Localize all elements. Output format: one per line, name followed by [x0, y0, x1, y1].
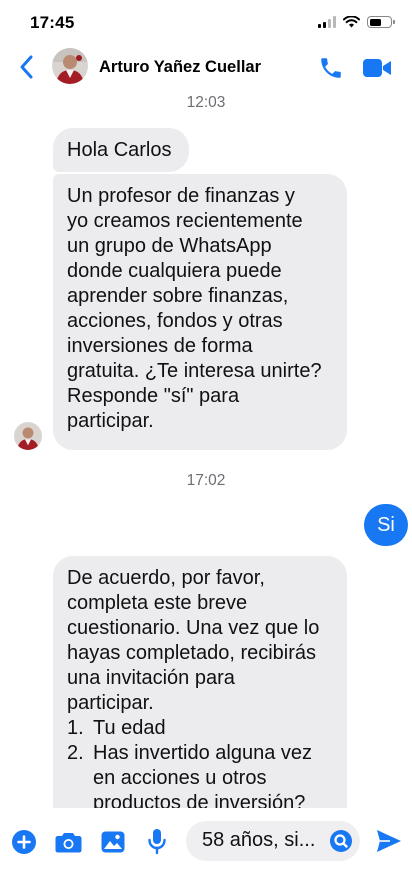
message-bubble-greeting[interactable]: Hola Carlos: [53, 128, 189, 172]
message-line: completa este breve: [67, 592, 248, 614]
wifi-icon: [343, 16, 360, 28]
list-text: productos de inversión?: [93, 792, 306, 808]
message-line: aprender sobre finanzas,: [67, 285, 289, 307]
message-line: inversiones de forma: [67, 335, 253, 357]
message-line: acciones, fondos y otras: [67, 310, 283, 332]
contact-name[interactable]: Arturo Yañez Cuellar: [99, 58, 261, 77]
message-text: Hola Carlos: [67, 139, 172, 161]
message-line: participar.: [67, 410, 154, 432]
chat-header: Arturo Yañez Cuellar: [0, 46, 412, 90]
conversation[interactable]: 12:03 Hola Carlos Un profesor de finanza…: [0, 90, 412, 808]
message-input-text: 58 años, si...: [202, 829, 316, 851]
message-bubble-outgoing[interactable]: Si: [364, 504, 408, 546]
message-line: yo creamos recientemente: [67, 210, 303, 232]
message-line: participar.: [67, 692, 154, 714]
microphone-icon[interactable]: [147, 828, 167, 856]
message-input[interactable]: 58 años, si...: [186, 821, 360, 861]
message-bubble-survey[interactable]: De acuerdo, por favor, completa este bre…: [53, 556, 347, 808]
message-text: Si: [377, 513, 395, 536]
sender-avatar[interactable]: [14, 422, 42, 450]
message-line: De acuerdo, por favor,: [67, 567, 265, 589]
status-time: 17:45: [30, 13, 75, 32]
list-text: Has invertido alguna vez: [93, 742, 313, 764]
time-separator: 12:03: [186, 94, 226, 111]
gallery-icon[interactable]: [101, 831, 125, 853]
message-line: Un profesor de finanzas y: [67, 185, 295, 207]
message-bubble-invite[interactable]: Un profesor de finanzas y yo creamos rec…: [53, 174, 347, 450]
camera-icon[interactable]: [55, 831, 82, 853]
phone-icon[interactable]: [318, 55, 344, 81]
chevron-left-icon[interactable]: [16, 54, 38, 80]
message-line: una invitación para: [67, 667, 235, 689]
list-number: 1.: [67, 717, 84, 739]
message-line: hayas completado, recibirás: [67, 642, 317, 664]
video-camera-icon[interactable]: [362, 56, 392, 80]
message-line: donde cualquiera puede: [67, 260, 282, 282]
message-line: un grupo de WhatsApp: [67, 235, 272, 257]
message-line: gratuita. ¿Te interesa unirte?: [67, 360, 322, 382]
list-number: 2.: [67, 742, 84, 764]
emoji-icon[interactable]: [330, 830, 352, 852]
cellular-signal-icon: [318, 16, 336, 28]
list-text: Tu edad: [93, 717, 166, 739]
list-text: en acciones u otros: [93, 767, 267, 789]
survey-item-continued: productos de inversión?: [67, 791, 333, 808]
send-icon[interactable]: [376, 829, 402, 853]
time-separator: 17:02: [186, 472, 226, 489]
message-line: cuestionario. Una vez que lo: [67, 617, 320, 639]
avatar[interactable]: [52, 48, 88, 84]
survey-item-continued: en acciones u otros: [67, 766, 333, 791]
message-composer: 58 años, si...: [0, 808, 412, 876]
plus-icon[interactable]: [12, 830, 36, 854]
survey-item: 2. Has invertido alguna vez: [67, 741, 333, 766]
battery-icon: [367, 16, 395, 28]
message-line: Responde "sí" para: [67, 385, 240, 407]
status-icons: [318, 16, 395, 28]
status-bar: 17:45: [0, 0, 412, 46]
survey-item: 1. Tu edad: [67, 716, 333, 741]
